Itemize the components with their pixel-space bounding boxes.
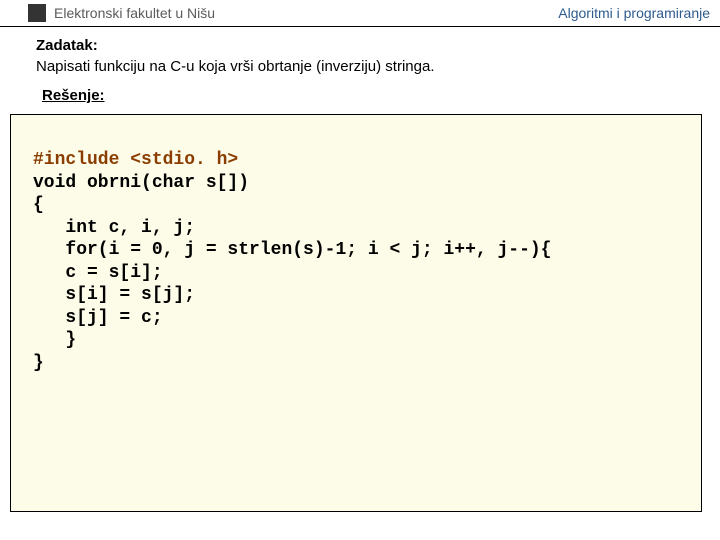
course-title: Algoritmi i programiranje (558, 5, 710, 21)
institution-name: Elektronski fakultet u Nišu (54, 5, 215, 21)
header-left: Elektronski fakultet u Nišu (0, 4, 215, 22)
task-label: Zadatak: (36, 37, 704, 54)
code-listing: #include <stdio. h> void obrni(char s[])… (33, 149, 679, 374)
logo-square-icon (28, 4, 46, 22)
code-body: void obrni(char s[]) { int c, i, j; for(… (33, 173, 551, 373)
content-area: Zadatak: Napisati funkciju na C-u koja v… (0, 27, 720, 114)
task-description: Napisati funkciju na C-u koja vrši obrta… (36, 58, 704, 75)
code-include-line: #include <stdio. h> (33, 150, 238, 170)
slide-header: Elektronski fakultet u Nišu Algoritmi i … (0, 0, 720, 27)
solution-label: Rešenje: (42, 87, 704, 104)
code-box: #include <stdio. h> void obrni(char s[])… (10, 114, 702, 512)
